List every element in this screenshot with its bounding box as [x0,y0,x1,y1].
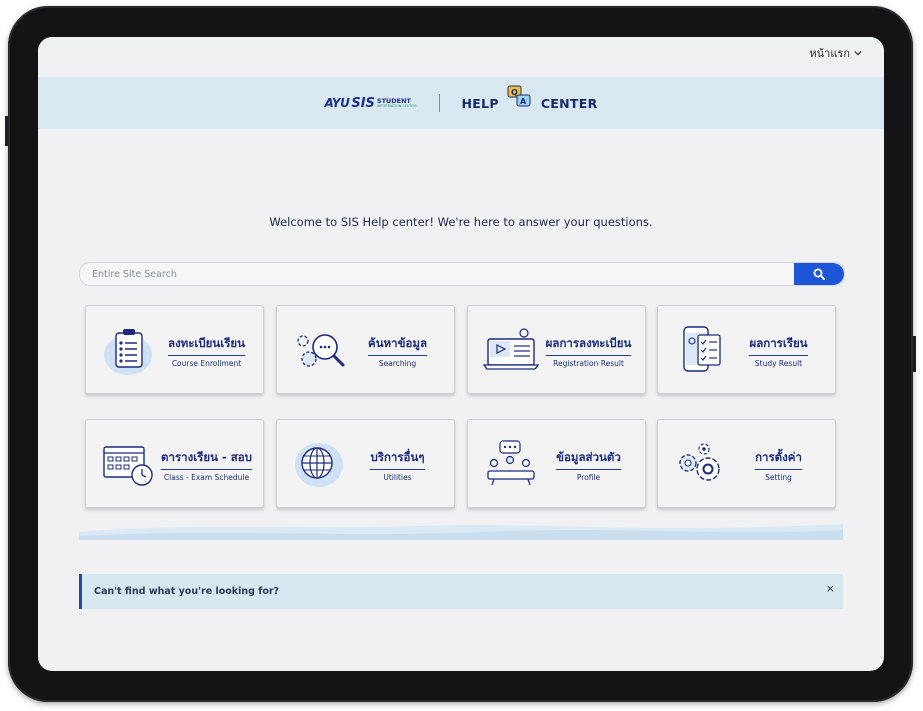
card-study-result[interactable]: ผลการเรียน Study Result [657,305,836,394]
header-divider [438,94,440,112]
magnifier-gear-icon [289,319,351,381]
svg-text:A: A [520,97,527,106]
home-dropdown[interactable]: หน้าแรก [809,44,862,62]
help-title-left: HELP [461,95,499,111]
card-title-en: Searching [378,358,417,368]
search-input[interactable] [80,263,804,285]
card-title-th: ข้อมูลส่วนตัว [556,449,621,470]
card-title-en: Study Result [754,358,803,368]
card-searching[interactable]: ค้นหาข้อมูล Searching [276,305,455,394]
help-center-title: HELP Q A CENTER [462,85,598,121]
help-title-right: CENTER [540,95,598,111]
card-setting[interactable]: การตั้งค่า Setting [657,419,836,508]
card-title-th: ผลการเรียน [749,335,808,356]
top-bar: หน้าแรก [38,37,884,77]
search-button[interactable] [794,263,844,285]
laptop-video-icon [480,319,542,381]
card-profile[interactable]: ข้อมูลส่วนตัว Profile [467,419,646,508]
card-title-en: Class - Exam Schedule [163,472,250,482]
logo-sis: SIS [351,95,375,111]
card-title-th: ผลการลงทะเบียน [545,335,632,356]
volume-button [5,116,8,146]
notice-banner: Can't find what you're looking for? × [79,574,843,609]
logo-ayu: AYU [324,96,350,110]
header-banner: AYU SIS STUDENT INFORMATION SYSTEM HELP … [38,77,884,129]
logo-student: STUDENT INFORMATION SYSTEM [377,98,417,108]
card-class-exam-schedule[interactable]: ตารางเรียน - สอบ Class - Exam Schedule [85,419,264,508]
qa-bubble-icon: Q A [507,85,533,111]
sis-logo[interactable]: AYU SIS STUDENT INFORMATION SYSTEM [324,96,416,111]
card-title-en: Profile [576,472,601,482]
clipboard-icon [98,319,160,381]
card-title-en: Registration Result [553,358,624,368]
card-title-th: บริการอื่นๆ [370,449,425,470]
card-title-th: ค้นหาข้อมูล [368,335,427,356]
card-registration-result[interactable]: ผลการลงทะเบียน Registration Result [467,305,646,394]
card-title-th: ตารางเรียน - สอบ [161,449,252,470]
card-utilities[interactable]: บริการอื่นๆ Utilities [276,419,455,508]
phone-checklist-icon [670,319,732,381]
decorative-wave [79,524,843,540]
screen: หน้าแรก AYU SIS STUDENT INFORMATION SYST… [38,37,884,671]
notice-text: Can't find what you're looking for? [94,586,280,597]
search-bar [79,262,845,286]
welcome-text: Welcome to SIS Help center! We're here t… [269,215,653,229]
calendar-clock-icon [98,433,160,495]
card-title-th: ลงทะเบียนเรียน [168,335,245,356]
search-icon [813,268,825,280]
home-link-label: หน้าแรก [809,47,850,60]
meeting-icon [480,433,542,495]
globe-icon [289,433,351,495]
logo-student-sub: INFORMATION SYSTEM [376,103,417,108]
card-title-th: การตั้งค่า [755,449,802,470]
close-icon[interactable]: × [826,582,835,595]
card-title-en: Course Enrollment [171,358,242,368]
card-title-en: Setting [765,472,792,482]
power-button [913,336,916,372]
card-title-en: Utilities [383,472,412,482]
chevron-down-icon [854,50,862,56]
card-course-enrollment[interactable]: ลงทะเบียนเรียน Course Enrollment [85,305,264,394]
gears-icon [670,433,732,495]
